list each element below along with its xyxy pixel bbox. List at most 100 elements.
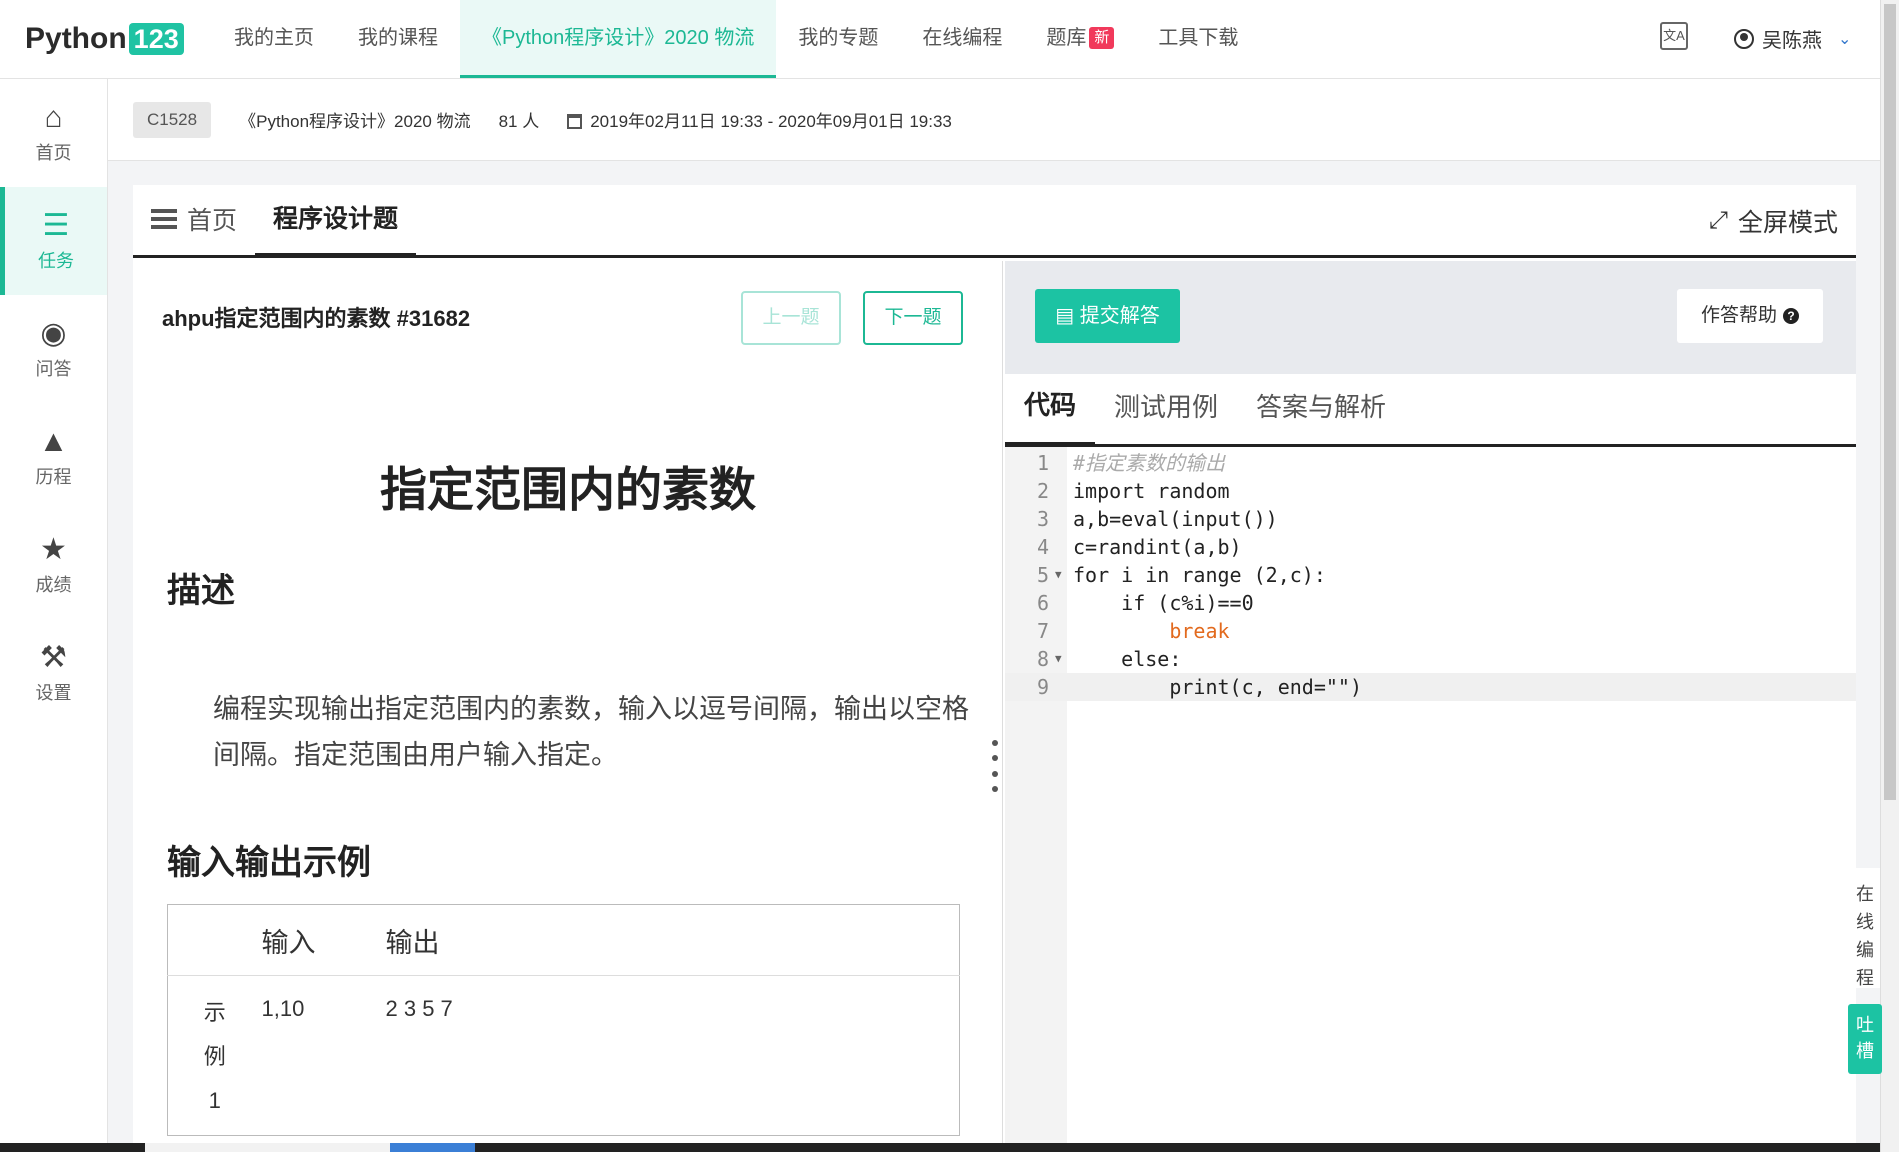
prev-button[interactable]: 上一题 bbox=[741, 291, 841, 345]
course-name: 《Python程序设计》2020 物流 bbox=[239, 112, 471, 131]
user-menu[interactable]: 吴陈燕 ⌄ bbox=[1734, 24, 1851, 53]
example-label-char: 例 bbox=[203, 1044, 226, 1069]
tab-bar: 首页 程序设计题 ⤢ 全屏模式 bbox=[133, 185, 1856, 258]
code-text: a,b=eval(input()) bbox=[1073, 507, 1278, 531]
editor-tabs: 代码 测试用例 答案与解析 bbox=[1005, 374, 1856, 447]
sidebar: ⌂ 首页 ☰ 任务 ◉ 问答 ▲ 历程 ★ 成绩 ⚒ 设置 bbox=[0, 79, 108, 1152]
line-number: 1 bbox=[1036, 451, 1049, 475]
list-icon bbox=[151, 209, 177, 229]
tab-home-label: 首页 bbox=[187, 207, 238, 235]
code-text: break bbox=[1073, 619, 1230, 643]
feedback-float[interactable]: 吐槽 bbox=[1848, 1004, 1882, 1074]
code-text: import random bbox=[1073, 479, 1230, 503]
code-line: 2 import random bbox=[1005, 477, 1856, 505]
help-button[interactable]: 作答帮助? bbox=[1677, 289, 1823, 343]
nav-current-course[interactable]: 《Python程序设计》2020 物流 bbox=[460, 0, 777, 78]
example-label-char: 示 bbox=[203, 1000, 226, 1025]
user-name: 吴陈燕 bbox=[1762, 30, 1822, 52]
nav-question-bank[interactable]: 题库新 bbox=[1024, 0, 1136, 78]
tab-code[interactable]: 代码 bbox=[1005, 385, 1096, 447]
tab-answer-analysis[interactable]: 答案与解析 bbox=[1237, 387, 1405, 444]
save-icon: ▤ bbox=[1055, 305, 1080, 327]
line-number: 5 bbox=[1036, 563, 1049, 587]
fullscreen-button[interactable]: ⤢ 全屏模式 bbox=[1709, 203, 1838, 239]
line-number: 3 bbox=[1036, 507, 1049, 531]
code-line: 5 ▼ for i in range (2,c): bbox=[1005, 561, 1856, 589]
code-editor[interactable]: 1 #指定素数的输出 2 import random 3 a,b=eval(input… bbox=[1005, 447, 1856, 1152]
line-number: 7 bbox=[1036, 619, 1049, 643]
next-button[interactable]: 下一题 bbox=[863, 291, 963, 345]
comments-icon: ◉ bbox=[40, 317, 67, 350]
logo-number: 123 bbox=[128, 23, 184, 55]
sidebar-item-grades[interactable]: ★ 成绩 bbox=[0, 511, 107, 619]
taskbar bbox=[0, 1143, 1880, 1152]
submit-label: 提交解答 bbox=[1079, 305, 1160, 327]
nav-my-courses[interactable]: 我的课程 bbox=[336, 0, 460, 78]
code-line: 6 if (c%i)==0 bbox=[1005, 589, 1856, 617]
tab-programming[interactable]: 程序设计题 bbox=[255, 199, 417, 258]
calendar-icon bbox=[567, 114, 583, 129]
line-number: 2 bbox=[1036, 479, 1049, 503]
io-table: 输入 输出 示例 1 1,10 2 3 5 7 bbox=[167, 904, 960, 1136]
example-input: 1,10 bbox=[261, 996, 305, 1021]
fold-icon[interactable]: ▼ bbox=[1055, 561, 1062, 589]
code-line: 7 break bbox=[1005, 617, 1856, 645]
nav-my-topics[interactable]: 我的专题 bbox=[776, 0, 900, 78]
code-text: #指定素数的输出 bbox=[1073, 451, 1226, 475]
code-line: 4 c=randint(a,b) bbox=[1005, 533, 1856, 561]
table-header-output: 输出 bbox=[385, 904, 960, 976]
online-coding-float[interactable]: 在线编程 bbox=[1850, 868, 1880, 988]
sidebar-item-label: 任务 bbox=[38, 251, 74, 271]
nav-tools-download[interactable]: 工具下载 bbox=[1136, 0, 1260, 78]
chevron-down-icon: ⌄ bbox=[1838, 30, 1852, 48]
nav-online-coding[interactable]: 在线编程 bbox=[900, 0, 1024, 78]
main-panel: 首页 程序设计题 ⤢ 全屏模式 ahpu指定范围内的素数 #31682 上一题 下… bbox=[133, 185, 1856, 1152]
sidebar-item-settings[interactable]: ⚒ 设置 bbox=[0, 619, 107, 727]
sidebar-item-label: 成绩 bbox=[35, 575, 72, 595]
submit-button[interactable]: ▤ 提交解答 bbox=[1035, 289, 1180, 343]
sidebar-item-label: 历程 bbox=[35, 467, 72, 487]
course-info-bar: C1528 《Python程序设计》2020 物流 81 人 2019年02月1… bbox=[108, 79, 1880, 161]
tasks-icon: ☰ bbox=[42, 209, 70, 242]
course-period-text: 2019年02月11日 19:33 - 2020年09月01日 19:33 bbox=[590, 112, 952, 131]
tab-test-cases[interactable]: 测试用例 bbox=[1095, 387, 1237, 444]
user-icon bbox=[1734, 28, 1754, 49]
code-line: 1 #指定素数的输出 bbox=[1005, 449, 1856, 477]
sidebar-item-label: 设置 bbox=[35, 683, 72, 703]
editor-pane: ▤ 提交解答 作答帮助? 代码 测试用例 答案与解析 1 #指定素数的输出 2 im… bbox=[1005, 261, 1856, 1152]
page-scrollbar[interactable] bbox=[1880, 0, 1899, 1152]
sidebar-item-history[interactable]: ▲ 历程 bbox=[0, 403, 107, 511]
online-coding-label: 在线编程 bbox=[1856, 884, 1874, 988]
logo-text: Python bbox=[25, 22, 127, 55]
fullscreen-label: 全屏模式 bbox=[1737, 209, 1838, 237]
course-period: 2019年02月11日 19:33 - 2020年09月01日 19:33 bbox=[567, 107, 952, 132]
nav-links: 我的主页 我的课程 《Python程序设计》2020 物流 我的专题 在线编程 … bbox=[212, 0, 1260, 78]
expand-icon: ⤢ bbox=[1708, 207, 1728, 234]
scroll-thumb[interactable] bbox=[1884, 4, 1896, 800]
course-members: 81 人 bbox=[498, 112, 540, 131]
code-text: print(c, end="") bbox=[1073, 675, 1362, 699]
code-text: for i in range (2,c): bbox=[1073, 563, 1326, 587]
code-text: c=randint(a,b) bbox=[1073, 535, 1242, 559]
nav-my-home[interactable]: 我的主页 bbox=[212, 0, 336, 78]
example-label-char: 1 bbox=[208, 1088, 221, 1113]
line-number: 9 bbox=[1036, 675, 1049, 699]
sidebar-item-home[interactable]: ⌂ 首页 bbox=[0, 79, 107, 187]
question-icon: ? bbox=[1783, 308, 1799, 324]
split-drag-handle[interactable] bbox=[992, 740, 998, 792]
tab-home[interactable]: 首页 bbox=[133, 201, 255, 255]
wrench-icon: ⚒ bbox=[40, 641, 67, 674]
sidebar-item-tasks[interactable]: ☰ 任务 bbox=[0, 187, 107, 295]
logo[interactable]: Python 123 bbox=[25, 20, 184, 58]
sidebar-item-label: 问答 bbox=[35, 359, 72, 379]
code-line: 8 ▼ else: bbox=[1005, 645, 1856, 673]
description-heading: 描述 bbox=[167, 572, 235, 610]
table-row: 示例 1 1,10 2 3 5 7 bbox=[168, 976, 960, 1136]
tree-icon: ▲ bbox=[38, 425, 69, 458]
sidebar-item-qa[interactable]: ◉ 问答 bbox=[0, 295, 107, 403]
problem-title: ahpu指定范围内的素数 #31682 bbox=[162, 306, 471, 331]
fold-icon[interactable]: ▼ bbox=[1055, 645, 1062, 673]
translate-icon[interactable]: 文A bbox=[1660, 22, 1688, 50]
table-header-blank bbox=[167, 904, 262, 976]
problem-description: 编程实现输出指定范围内的素数，输入以逗号间隔，输出以空格间隔。指定范围由用户输入… bbox=[213, 694, 969, 770]
